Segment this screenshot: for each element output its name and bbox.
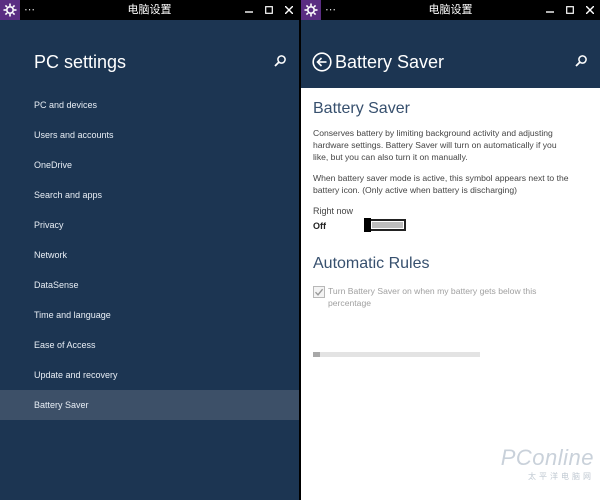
settings-header: PC settings: [0, 20, 299, 88]
back-arrow-icon[interactable]: [312, 52, 332, 72]
minimize-button[interactable]: [239, 0, 259, 20]
maximize-button[interactable]: [259, 0, 279, 20]
nav-item-onedrive[interactable]: OneDrive: [0, 150, 299, 180]
symbol-note: When battery saver mode is active, this …: [313, 173, 569, 195]
page-title: PC settings: [34, 52, 127, 72]
checkmark-icon: [314, 288, 324, 296]
battery-saver-description: Conserves battery by limiting background…: [313, 128, 557, 162]
toggle-thumb[interactable]: [364, 218, 371, 232]
close-button[interactable]: [279, 0, 299, 20]
nav-item-battery-saver[interactable]: Battery Saver: [0, 390, 299, 420]
battery-percentage-slider[interactable]: [313, 352, 480, 357]
page-title: Battery Saver: [335, 52, 445, 72]
close-button[interactable]: [580, 0, 600, 20]
maximize-button[interactable]: [560, 0, 580, 20]
battery-saver-content: Battery Saver Conserves battery by limit…: [301, 88, 600, 309]
settings-nav: PC and devices Users and accounts OneDri…: [0, 90, 299, 420]
nav-item-datasense[interactable]: DataSense: [0, 270, 299, 300]
pc-settings-window: ⋯ 电脑设置 PC settings PC and devices Users …: [0, 0, 299, 500]
watermark-sub: 太平洋电脑网: [528, 472, 594, 481]
slider-fill: [313, 352, 320, 357]
search-icon[interactable]: [574, 54, 588, 68]
automatic-rules-title: Automatic Rules: [313, 255, 430, 272]
search-icon[interactable]: [273, 54, 287, 68]
auto-rule-checkbox[interactable]: [313, 286, 325, 298]
auto-rule-checkbox-row: Turn Battery Saver on when my battery ge…: [313, 285, 582, 309]
nav-item-search-and-apps[interactable]: Search and apps: [0, 180, 299, 210]
minimize-button[interactable]: [540, 0, 560, 20]
battery-saver-toggle[interactable]: [364, 218, 406, 232]
battery-saver-header: Battery Saver: [301, 20, 600, 88]
toggle-track: [372, 222, 403, 228]
nav-item-update-and-recovery[interactable]: Update and recovery: [0, 360, 299, 390]
title-bar: ⋯ 电脑设置: [301, 0, 600, 20]
toggle-state-label: Off: [313, 221, 326, 231]
nav-item-privacy[interactable]: Privacy: [0, 210, 299, 240]
nav-item-ease-of-access[interactable]: Ease of Access: [0, 330, 299, 360]
battery-saver-window: ⋯ 电脑设置 Battery Saver Battery Saver Conse…: [301, 0, 600, 500]
nav-item-network[interactable]: Network: [0, 240, 299, 270]
title-bar: ⋯ 电脑设置: [0, 0, 299, 20]
watermark-main: PConline: [500, 445, 594, 470]
nav-item-users-and-accounts[interactable]: Users and accounts: [0, 120, 299, 150]
battery-saver-toggle-row: Off: [313, 218, 582, 235]
right-now-label: Right now: [313, 206, 354, 216]
watermark-logo: PConline 太平洋电脑网: [501, 445, 594, 482]
nav-item-time-and-language[interactable]: Time and language: [0, 300, 299, 330]
section-title: Battery Saver: [313, 100, 410, 117]
auto-rule-checkbox-label: Turn Battery Saver on when my battery ge…: [328, 286, 537, 308]
nav-item-pc-and-devices[interactable]: PC and devices: [0, 90, 299, 120]
